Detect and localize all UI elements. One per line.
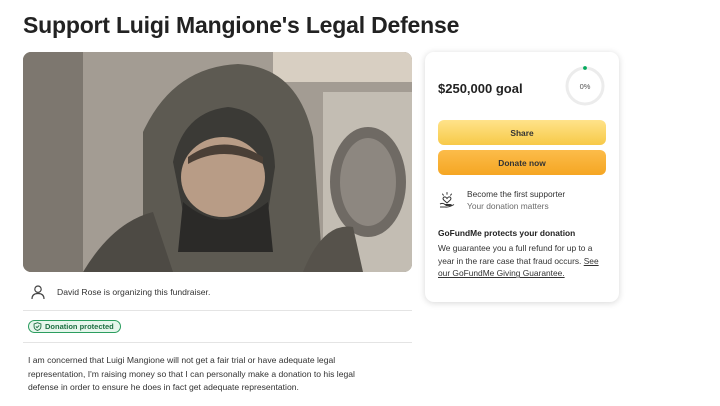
user-icon bbox=[28, 282, 48, 302]
share-button[interactable]: Share bbox=[438, 120, 606, 145]
organizer-text: David Rose is organizing this fundraiser… bbox=[57, 287, 211, 297]
page-title: Support Luigi Mangione's Legal Defense bbox=[23, 12, 460, 38]
organizer-row: David Rose is organizing this fundraiser… bbox=[28, 282, 210, 302]
donation-protected-badge[interactable]: Donation protected bbox=[28, 320, 121, 333]
story-text: I am concerned that Luigi Mangione will … bbox=[28, 355, 355, 392]
supporter-row: Become the first supporter Your donation… bbox=[438, 188, 565, 212]
protection-body: We guarantee you a full refund for up to… bbox=[438, 243, 593, 266]
donation-card: $250,000 goal 0% Share Donate now Become… bbox=[425, 52, 619, 302]
divider bbox=[23, 310, 412, 311]
protection-text: We guarantee you a full refund for up to… bbox=[438, 242, 610, 280]
divider bbox=[23, 342, 412, 343]
badge-label: Donation protected bbox=[45, 322, 114, 331]
goal-amount: $250,000 goal bbox=[438, 81, 523, 96]
donate-now-button[interactable]: Donate now bbox=[438, 150, 606, 175]
supporter-title: Become the first supporter bbox=[467, 189, 566, 199]
heart-hand-icon bbox=[438, 191, 456, 209]
progress-label: 0% bbox=[579, 81, 591, 91]
campaign-photo bbox=[23, 52, 412, 272]
protection-heading: GoFundMe protects your donation bbox=[438, 228, 576, 238]
shield-icon bbox=[33, 322, 42, 331]
supporter-subtitle: Your donation matters bbox=[467, 201, 549, 211]
